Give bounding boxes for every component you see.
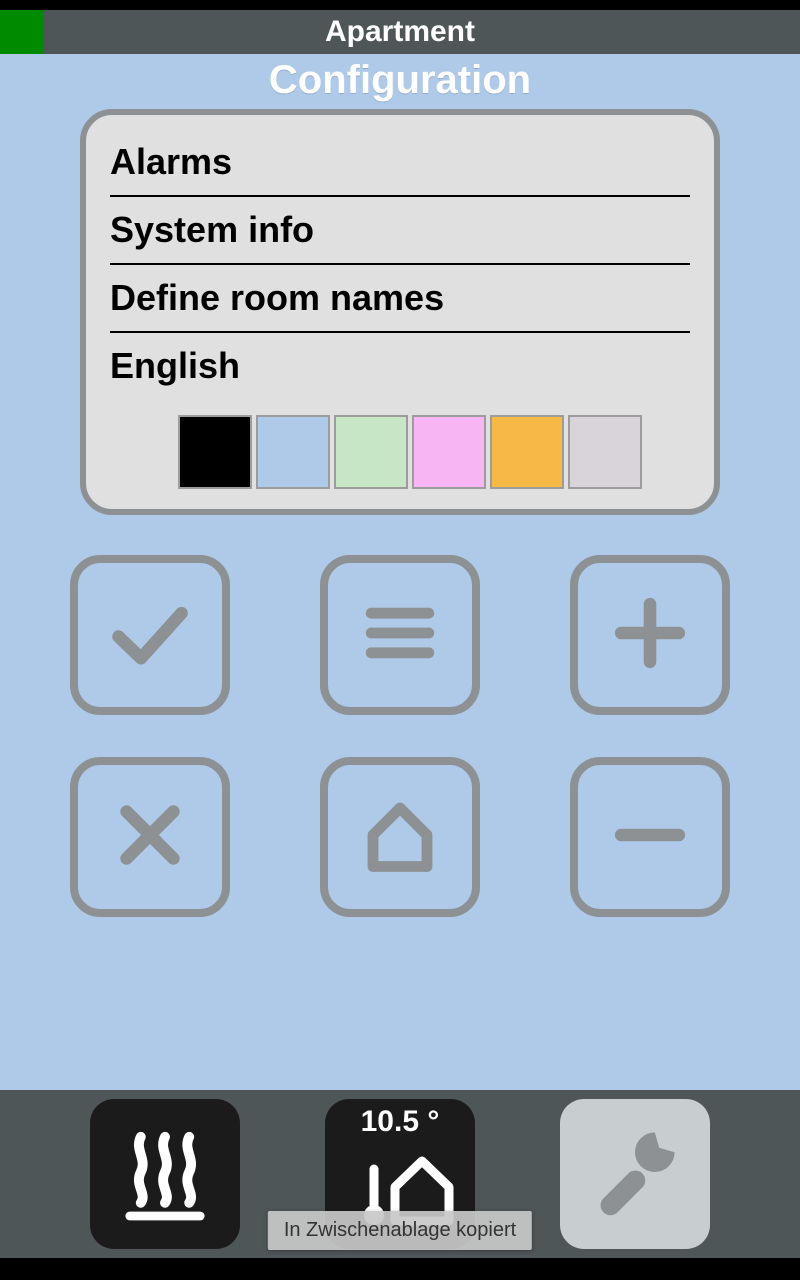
heating-button[interactable]: [90, 1099, 240, 1249]
theme-swatches: [178, 415, 690, 489]
plus-icon: [605, 588, 695, 683]
swatch-black[interactable]: [178, 415, 252, 489]
toast: In Zwischenablage kopiert: [268, 1211, 532, 1250]
close-icon: [105, 790, 195, 885]
swatch-green[interactable]: [334, 415, 408, 489]
menu-item-system-info[interactable]: System info: [110, 197, 690, 263]
swatch-grey[interactable]: [568, 415, 642, 489]
menu-item-define-room-names[interactable]: Define room names: [110, 265, 690, 331]
plus-button[interactable]: [570, 555, 730, 715]
swatch-orange[interactable]: [490, 415, 564, 489]
menu-item-language[interactable]: English: [110, 333, 690, 399]
app-screen: Apartment Configuration Alarms System in…: [0, 0, 800, 1280]
wrench-icon: [580, 1117, 690, 1232]
minus-button[interactable]: [570, 757, 730, 917]
swatch-blue[interactable]: [256, 415, 330, 489]
main-area: Configuration Alarms System info Define …: [0, 54, 800, 1090]
heating-icon: [110, 1117, 220, 1232]
titlebar: Apartment: [0, 10, 800, 54]
settings-button[interactable]: [560, 1099, 710, 1249]
swatch-pink[interactable]: [412, 415, 486, 489]
menu-item-alarms[interactable]: Alarms: [110, 129, 690, 195]
menu-icon: [355, 588, 445, 683]
check-icon: [105, 588, 195, 683]
menu-button[interactable]: [320, 555, 480, 715]
minus-icon: [605, 790, 695, 885]
confirm-button[interactable]: [70, 555, 230, 715]
home-icon: [355, 790, 445, 885]
temperature-value: 10.5 °: [325, 1105, 475, 1139]
section-title: Configuration: [269, 58, 531, 103]
cancel-button[interactable]: [70, 757, 230, 917]
toast-text: In Zwischenablage kopiert: [284, 1219, 516, 1241]
button-grid: [70, 555, 730, 917]
configuration-card: Alarms System info Define room names Eng…: [80, 109, 720, 515]
home-button[interactable]: [320, 757, 480, 917]
page-title: Apartment: [0, 15, 800, 49]
